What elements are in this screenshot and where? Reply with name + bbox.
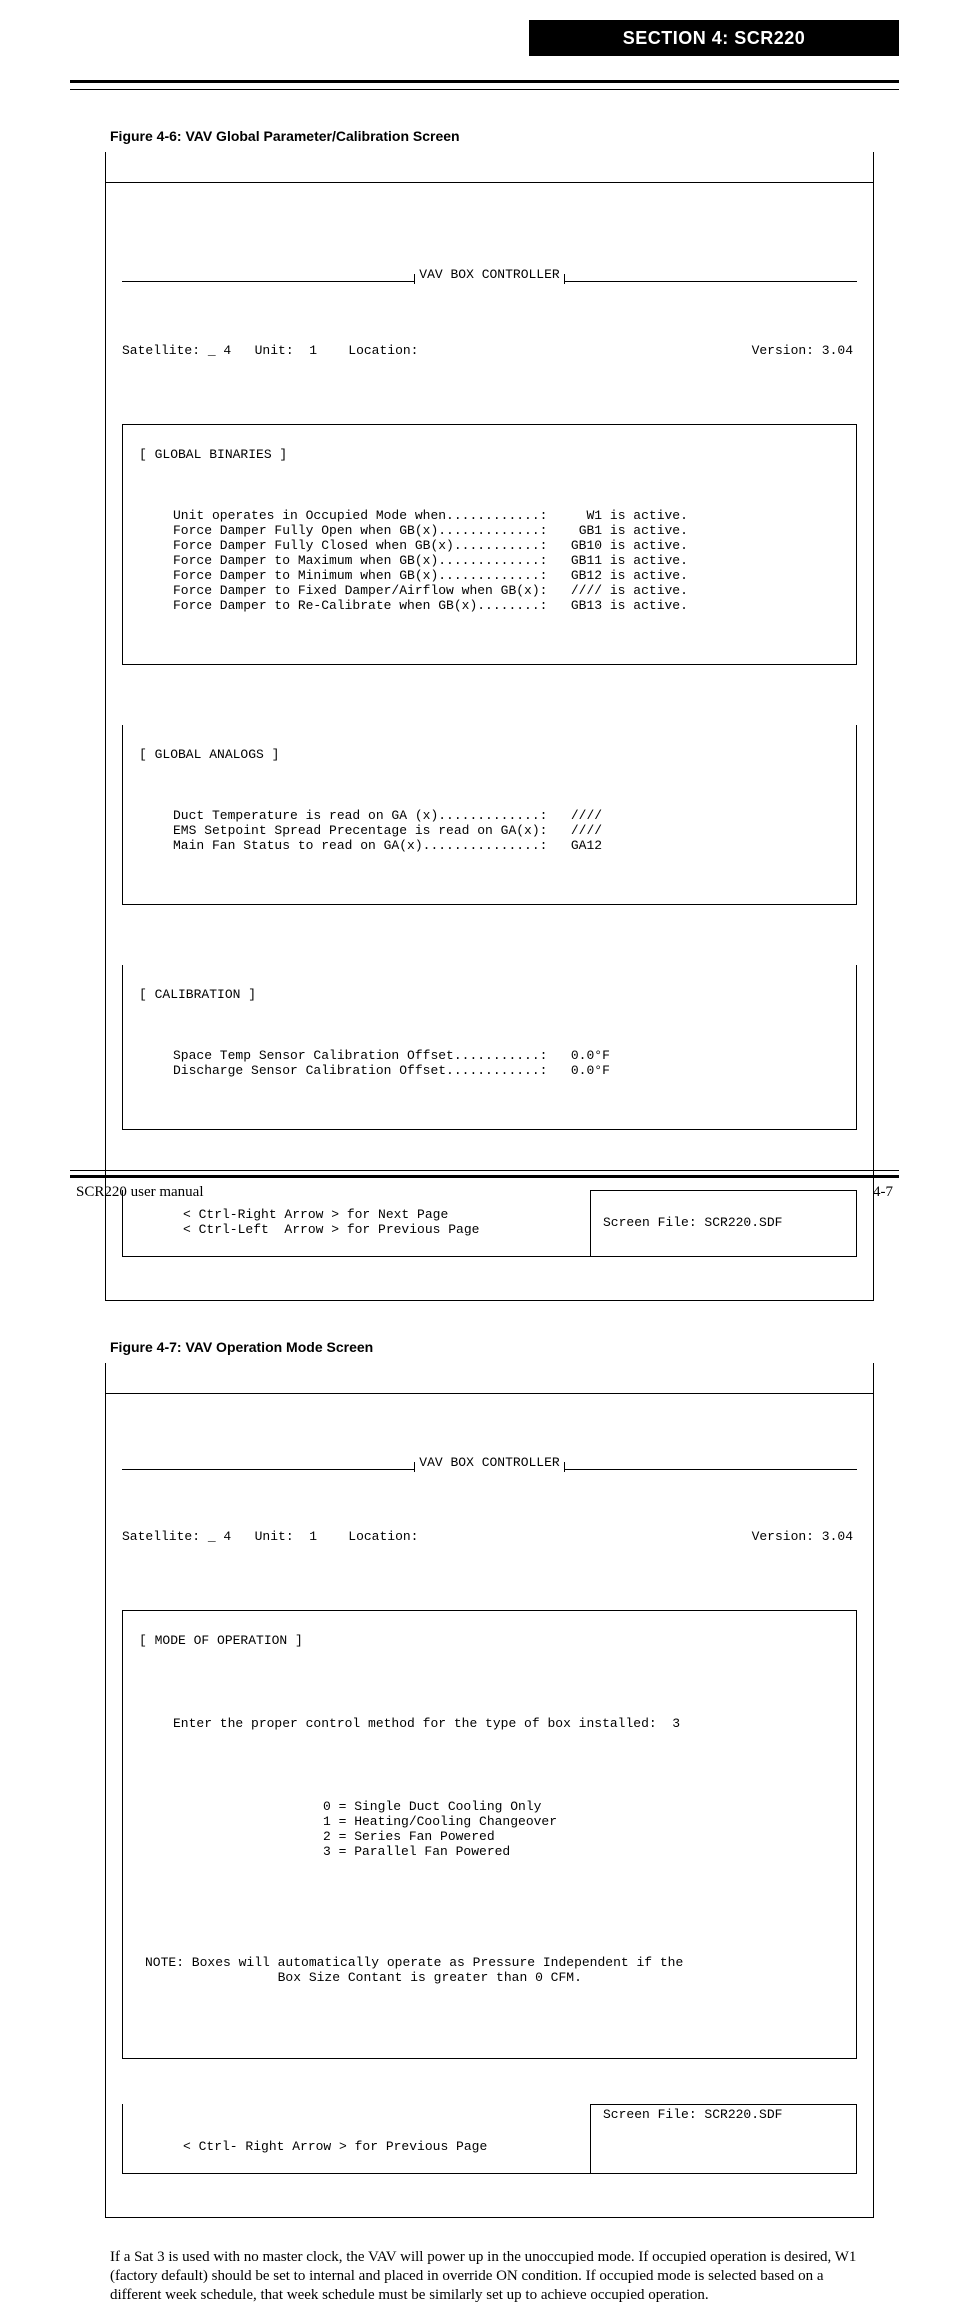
- footer-left-text: SCR220 user manual: [76, 1184, 204, 1201]
- cal-row: Space Temp Sensor Calibration Offset....…: [173, 1048, 610, 1063]
- mode-option: 2 = Series Fan Powered: [323, 1829, 495, 1844]
- mode-option: 1 = Heating/Cooling Changeover: [323, 1814, 557, 1829]
- figure-1-frame: VAV BOX CONTROLLER Satellite: _ 4 Unit: …: [105, 152, 874, 1301]
- version-field: Version: 3.04: [752, 343, 853, 358]
- nav-next-hint: < Ctrl-Right Arrow > for Next Page: [183, 1207, 448, 1222]
- location-field: Location:: [348, 343, 418, 358]
- section-global-binaries: [ GLOBAL BINARIES ]: [137, 447, 289, 462]
- gb-row: Force Damper Fully Open when GB(x)......…: [173, 523, 688, 538]
- unit-field: Unit: 1: [255, 343, 317, 358]
- section-mode-of-operation: [ MODE OF OPERATION ]: [137, 1633, 305, 1648]
- satellite-field: Satellite: _ 4: [122, 1529, 231, 1544]
- body-paragraph: If a Sat 3 is used with no master clock,…: [110, 2248, 864, 2304]
- gb-row: Force Damper to Maximum when GB(x)......…: [173, 553, 688, 568]
- ga-row: EMS Setpoint Spread Precentage is read o…: [173, 823, 602, 838]
- mode-option: 3 = Parallel Fan Powered: [323, 1844, 510, 1859]
- rule-thin-top: [70, 89, 899, 90]
- cal-row: Discharge Sensor Calibration Offset.....…: [173, 1063, 610, 1078]
- page-footer: SCR220 user manual 4-7: [70, 1166, 899, 1201]
- ga-row: Duct Temperature is read on GA (x)......…: [173, 808, 602, 823]
- screen-file-field: Screen File: SCR220.SDF: [603, 2107, 782, 2122]
- ga-row: Main Fan Status to read on GA(x)........…: [173, 838, 602, 853]
- figure-2-caption: Figure 4-7: VAV Operation Mode Screen: [110, 1339, 899, 1355]
- header-bar: SECTION 4: SCR220: [70, 40, 899, 80]
- mode-prompt: Enter the proper control method for the …: [173, 1716, 680, 1731]
- gb-row: Unit operates in Occupied Mode when.....…: [173, 508, 688, 523]
- figure-2-frame: VAV BOX CONTROLLER Satellite: _ 4 Unit: …: [105, 1363, 874, 2218]
- nav-prev-hint: < Ctrl- Right Arrow > for Previous Page: [183, 2139, 487, 2154]
- section-banner: SECTION 4: SCR220: [529, 20, 899, 56]
- gb-row: Force Damper to Fixed Damper/Airflow whe…: [173, 583, 688, 598]
- unit-field: Unit: 1: [255, 1529, 317, 1544]
- panel-title: VAV BOX CONTROLLER: [415, 267, 563, 282]
- section-calibration: [ CALIBRATION ]: [137, 987, 258, 1002]
- gb-row: Force Damper to Re-Calibrate when GB(x).…: [173, 598, 688, 613]
- version-field: Version: 3.04: [752, 1529, 853, 1544]
- mode-option: 0 = Single Duct Cooling Only: [323, 1799, 541, 1814]
- mode-note: NOTE: Boxes will automatically operate a…: [145, 1955, 683, 1970]
- satellite-field: Satellite: _ 4: [122, 343, 231, 358]
- location-field: Location:: [348, 1529, 418, 1544]
- mode-note: Box Size Contant is greater than 0 CFM.: [278, 1970, 582, 1985]
- footer-page-number: 4-7: [873, 1184, 893, 1201]
- gb-row: Force Damper to Minimum when GB(x)......…: [173, 568, 688, 583]
- figure-1-caption: Figure 4-6: VAV Global Parameter/Calibra…: [110, 128, 899, 144]
- panel-title: VAV BOX CONTROLLER: [415, 1455, 563, 1470]
- rule-thick-top: [70, 80, 899, 83]
- gb-row: Force Damper Fully Closed when GB(x)....…: [173, 538, 688, 553]
- screen-file-field: Screen File: SCR220.SDF: [603, 1215, 782, 1230]
- section-global-analogs: [ GLOBAL ANALOGS ]: [137, 747, 281, 762]
